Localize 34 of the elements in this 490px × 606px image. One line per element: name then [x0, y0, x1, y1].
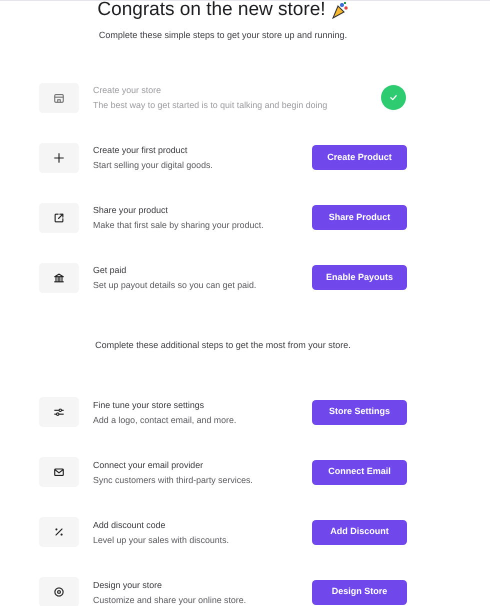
- step-description: The best way to get started is to quit talking and begin doing: [93, 99, 328, 111]
- step-description: Customize and share your online store.: [93, 594, 248, 606]
- step-title: Add discount code: [93, 518, 166, 530]
- step-description: Sync customers with third-party services.: [93, 474, 254, 486]
- action-button[interactable]: Share Product: [312, 205, 407, 230]
- store-icon: [53, 92, 65, 104]
- step-title: Fine tune your store settings: [93, 398, 205, 410]
- step-description: Add a logo, contact email, and more.: [93, 414, 238, 426]
- step-description: Level up your sales with discounts.: [93, 534, 230, 546]
- step-title: Create your first product: [93, 144, 188, 156]
- subtitle: Complete these simple steps to get your store up and running.: [98, 29, 348, 42]
- step-title: Connect your email provider: [93, 458, 204, 470]
- action-button[interactable]: Enable Payouts: [312, 265, 407, 290]
- action-button[interactable]: Connect Email: [312, 460, 407, 484]
- section-subtitle: Complete these additional steps to get the most from your store.: [94, 338, 352, 352]
- bank-icon: [53, 272, 65, 284]
- step-description: Make that first sale by sharing your product.: [93, 219, 265, 231]
- action-button[interactable]: Create Product: [312, 145, 407, 170]
- step-title: Share your product: [93, 204, 169, 216]
- step-title: Create your store: [93, 84, 162, 96]
- sliders-icon: [53, 406, 65, 418]
- action-button[interactable]: Store Settings: [312, 400, 407, 424]
- party-popper-icon: [330, 1, 349, 19]
- percent-icon: [53, 526, 65, 538]
- mail-icon: [53, 466, 65, 478]
- action-button[interactable]: Design Store: [312, 580, 407, 604]
- step-description: Set up payout details so you can get paid.: [93, 279, 258, 291]
- step-description: Start selling your digital goods.: [93, 159, 214, 171]
- share-icon: [53, 212, 65, 224]
- step-title: Get paid: [93, 264, 128, 276]
- page-title: Congrats on the new store!: [97, 1, 326, 19]
- action-button[interactable]: Add Discount: [312, 520, 407, 544]
- plus-icon: [53, 152, 65, 164]
- step-title: Design your store: [93, 578, 163, 590]
